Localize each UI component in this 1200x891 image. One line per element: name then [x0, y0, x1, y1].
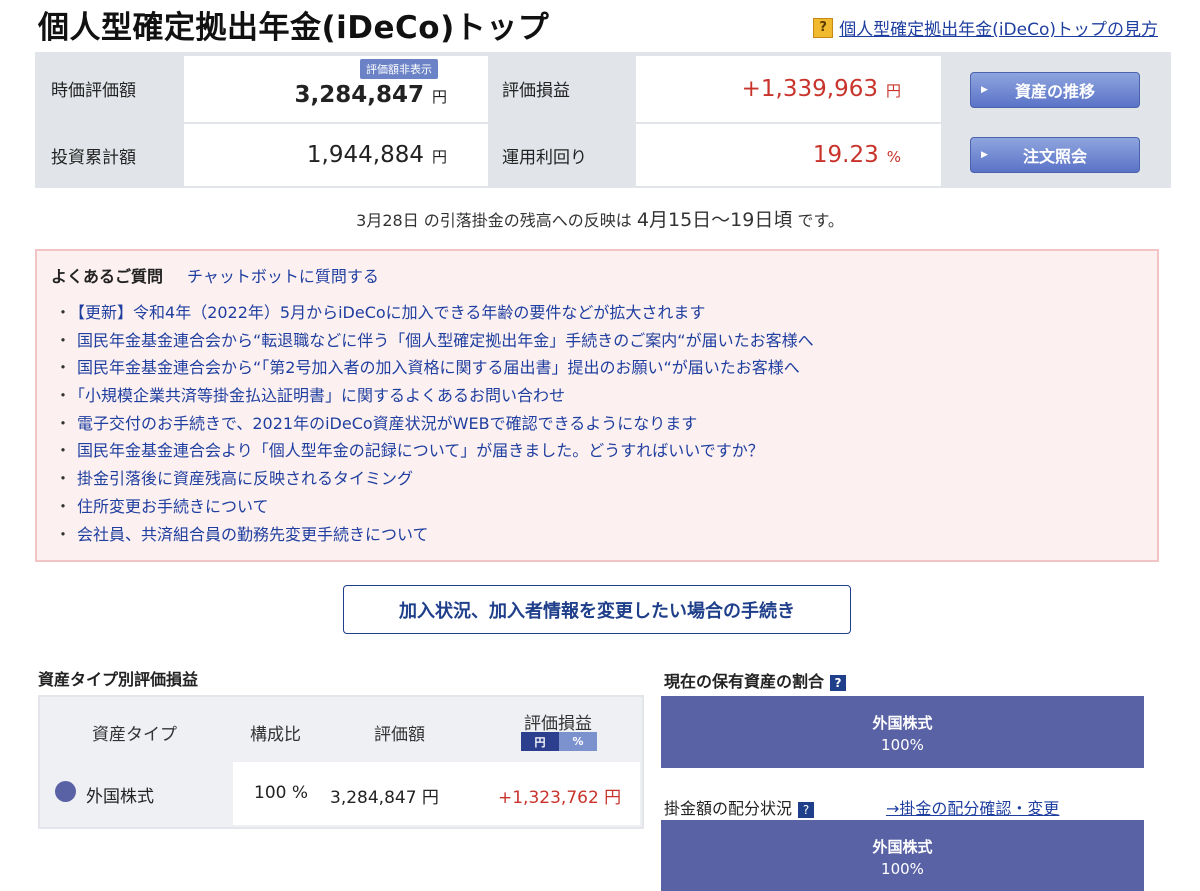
faq-title: よくあるご質問	[51, 267, 164, 286]
contribution-title-wrap: 掛金額の配分状況?	[664, 795, 815, 819]
question-icon: ?	[813, 17, 834, 38]
play-icon: ▶	[981, 85, 988, 95]
invested-value: 1,944,884 円	[306, 142, 447, 168]
header-value: 評価額	[374, 725, 425, 745]
change-enrollment-procedure-button[interactable]: 加入状況、加入者情報を変更したい場合の手続き	[343, 585, 851, 634]
help-link[interactable]: 個人型確定拠出年金(iDeCo)トップの見方	[839, 15, 1158, 40]
page-title: 個人型確定拠出年金(iDeCo)トップ	[38, 10, 550, 46]
segment-percent: 100%	[881, 736, 924, 754]
faq-item: ・電子交付のお手続きで、2021年のiDeCo資産状況がWEBで確認できるように…	[55, 413, 698, 433]
asset-trend-button[interactable]: ▶ 資産の推移	[970, 72, 1140, 108]
faq-item: ・会社員、共済組合員の勤務先変更手続きについて	[55, 524, 429, 544]
segment-percent: 100%	[881, 860, 924, 878]
contribution-change-link[interactable]: →掛金の配分確認・変更	[886, 795, 1059, 819]
market-value: 3,284,847 円	[294, 82, 447, 108]
yield-label: 運用利回り	[502, 147, 587, 168]
faq-list: ・【更新】令和4年（2022年）5月からiDeCoに加入できる年齢の要件などが拡…	[55, 299, 814, 548]
notice-part3: です。	[797, 211, 844, 230]
faq-link[interactable]: 会社員、共済組合員の勤務先変更手続きについて	[77, 525, 429, 544]
header-pl: 評価損益	[524, 714, 592, 734]
faq-item: ・掛金引落後に資産残高に反映されるタイミング	[55, 469, 414, 489]
yield-value: 19.23 %	[812, 142, 901, 168]
toggle-yen[interactable]: 円	[521, 732, 559, 751]
faq-link[interactable]: 住所変更お手続きについて	[77, 497, 269, 516]
faq-link[interactable]: 電子交付のお手続きで、2021年のiDeCo資産状況がWEBで確認できるようにな…	[77, 414, 697, 433]
chatbot-link[interactable]: チャットボットに質問する	[187, 263, 379, 287]
notice-part1: 3月28日 の引落掛金の残高への反映は	[356, 211, 632, 230]
faq-box: よくあるご質問 チャットボットに質問する ・【更新】令和4年（2022年）5月か…	[35, 249, 1159, 562]
holdings-title: 現在の保有資産の割合	[664, 672, 825, 691]
toggle-percent[interactable]: %	[559, 732, 597, 751]
asset-type-table: 資産タイプ 構成比 評価額 評価損益 円 % 外国株式 100 % 3,284,…	[38, 695, 644, 829]
faq-link[interactable]: 「小規模企業共済等掛金払込証明書」に関するよくあるお問い合わせ	[77, 386, 565, 405]
holdings-bar-segment: 外国株式 100%	[661, 696, 1144, 768]
help-link-wrap: ? 個人型確定拠出年金(iDeCo)トップの見方	[813, 15, 1158, 40]
header-asset-type: 資産タイプ	[92, 725, 177, 745]
hide-value-badge[interactable]: 評価額非表示	[360, 59, 438, 79]
faq-item: ・国民年金基金連合会から“転退職などに伴う「個人型確定拠出年金」手続きのご案内“…	[55, 330, 814, 350]
header-ratio: 構成比	[250, 725, 301, 745]
reflection-notice: 3月28日 の引落掛金の残高への反映は 4月15日〜19日頃 です。	[0, 205, 1200, 232]
faq-link[interactable]: 掛金引落後に資産残高に反映されるタイミング	[77, 469, 413, 488]
faq-item: ・「小規模企業共済等掛金払込証明書」に関するよくあるお問い合わせ	[55, 386, 566, 406]
order-inquiry-button[interactable]: ▶ 注文照会	[970, 137, 1140, 173]
help-icon[interactable]: ?	[798, 801, 815, 818]
market-value-label: 時価評価額	[51, 80, 136, 101]
faq-item: ・国民年金基金連合会から“「第2号加入者の加入資格に関する届出書」提出のお願い“…	[55, 358, 800, 378]
help-icon[interactable]: ?	[830, 674, 847, 691]
cell-value: 3,284,847 円	[330, 788, 439, 808]
cell-pl: +1,323,762 円	[498, 788, 622, 808]
pl-label: 評価損益	[502, 80, 570, 101]
cell-asset-type: 外国株式	[86, 787, 154, 807]
faq-link[interactable]: 国民年金基金連合会から“転退職などに伴う「個人型確定拠出年金」手続きのご案内“が…	[77, 331, 814, 350]
faq-item: ・住所変更お手続きについて	[55, 496, 269, 516]
unit-toggle: 円 %	[521, 732, 597, 751]
asset-table-title: 資産タイプ別評価損益	[38, 670, 199, 689]
faq-item: ・【更新】令和4年（2022年）5月からiDeCoに加入できる年齢の要件などが拡…	[55, 303, 706, 322]
faq-link[interactable]: 国民年金基金連合会より「個人型年金の記録について」が届きました。どうすればいいで…	[77, 441, 764, 460]
segment-name: 外国株式	[872, 838, 933, 856]
segment-name: 外国株式	[872, 714, 933, 732]
pl-value: +1,339,963 円	[741, 76, 901, 102]
invested-label: 投資累計額	[51, 147, 136, 168]
legend-dot	[55, 781, 76, 802]
play-icon: ▶	[981, 150, 988, 160]
faq-item: ・国民年金基金連合会より「個人型年金の記録について」が届きました。どうすればいい…	[55, 441, 764, 461]
faq-link[interactable]: 【更新】令和4年（2022年）5月からiDeCoに加入できる年齢の要件などが拡大…	[77, 303, 705, 322]
contribution-bar-segment: 外国株式 100%	[661, 820, 1144, 891]
cell-ratio: 100 %	[254, 783, 309, 803]
summary-panel: 時価評価額 評価額非表示 3,284,847 円 評価損益 +1,339,963…	[35, 52, 1171, 188]
holdings-title-wrap: 現在の保有資産の割合?	[664, 668, 847, 692]
contribution-title: 掛金額の配分状況	[664, 799, 793, 818]
faq-link[interactable]: 国民年金基金連合会から“「第2号加入者の加入資格に関する届出書」提出のお願い“が…	[77, 358, 800, 377]
faq-header: よくあるご質問 チャットボットに質問する	[51, 263, 379, 287]
notice-date-range: 4月15日〜19日頃	[636, 209, 793, 231]
